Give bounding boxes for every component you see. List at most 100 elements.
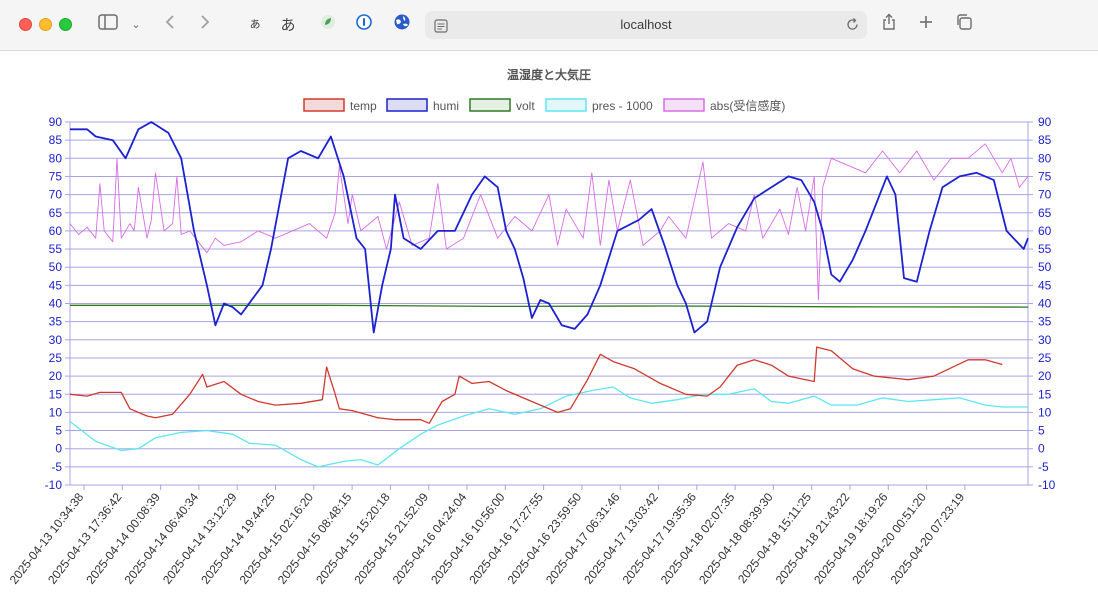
y-tick-label-right: 0 [1038,442,1045,456]
y-tick-label-left: 40 [49,297,63,311]
y-tick-label-left: 5 [55,424,62,438]
forward-arrow-icon[interactable] [193,13,217,37]
x-tick-label: 2025-04-17 19:35:36 [620,490,700,587]
y-tick-label-right: 55 [1038,242,1052,256]
y-tick-label-left: 30 [49,333,63,347]
y-tick-label-left: 45 [49,278,63,292]
y-tick-label-right: -5 [1038,460,1049,474]
legend-label[interactable]: volt [516,99,535,113]
x-tick-label: 2025-04-15 02:16:20 [237,490,317,587]
y-tick-label-right: 60 [1038,224,1052,238]
x-tick-label: 2025-04-18 21:43:22 [773,490,853,587]
legend-swatch[interactable] [545,98,587,112]
chevron-down-icon[interactable]: ⌄ [124,13,148,37]
y-tick-label-right: 20 [1038,369,1052,383]
y-tick-label-right: 70 [1038,188,1052,202]
series-line-2 [70,304,1029,308]
y-tick-label-left: 55 [49,242,63,256]
x-tick-label: 2025-04-14 06:40:34 [122,490,202,587]
legend-label[interactable]: temp [350,99,377,113]
tab-overview-icon[interactable] [952,13,976,37]
y-tick-label-left: 75 [49,169,63,183]
y-tick-label-left: 50 [49,260,63,274]
y-tick-label-left: -5 [51,460,62,474]
x-tick-label: 2025-04-17 13:03:42 [581,490,661,587]
extension-leaf-icon[interactable] [316,13,340,37]
y-tick-label-left: 25 [49,351,63,365]
share-icon[interactable] [877,13,901,37]
series-line-3 [69,386,1028,468]
chart-legend: temp humi volt pres - 1000 abs(受信感度) [303,98,785,113]
y-tick-label-left: 90 [49,115,63,129]
x-tick-label: 2025-04-16 23:59:50 [505,490,585,587]
y-tick-label-right: 35 [1038,315,1052,329]
y-tick-label-right: 80 [1038,151,1052,165]
y-tick-label-right: 30 [1038,333,1052,347]
y-tick-label-right: 75 [1038,169,1052,183]
y-tick-label-left: 85 [49,133,63,147]
y-tick-label-left: 35 [49,315,63,329]
x-tick-label: 2025-04-16 04:24:04 [390,490,470,587]
y-tick-label-right: 65 [1038,206,1052,220]
reload-icon[interactable] [845,17,860,36]
legend-swatch[interactable] [663,98,705,112]
zoom-window-button[interactable] [59,18,72,31]
x-tick-label: 2025-04-14 19:44:25 [198,490,278,587]
x-tick-label: 2025-04-15 15:20:18 [313,490,393,587]
y-tick-label-left: 80 [49,151,63,165]
chart-area: 温湿度と大気圧 temp humi volt pres - 1000 abs(受信感度)… [0,52,1098,607]
y-tick-label-right: -10 [1038,478,1056,492]
browser-toolbar: ⌄ ぁ あ localhost [0,0,1098,51]
browser-window: ⌄ ぁ あ localhost 温湿度と大気圧 temp humi volt p… [0,0,1098,607]
new-tab-icon[interactable] [914,13,938,37]
legend-swatch[interactable] [303,98,345,112]
y-tick-label-right: 40 [1038,297,1052,311]
x-tick-label: 2025-04-13 17:36:42 [45,490,125,587]
x-tick-label: 2025-04-20 07:23:19 [888,490,968,587]
y-axis-right: -10 -5 0 5 10 15 20 25 30 35 40 45 50 55 60 65 70 75 80 85 9… [1027,115,1056,492]
x-tick-label: 2025-04-16 10:56:00 [428,490,508,587]
x-tick-label: 2025-04-17 06:31:46 [543,490,623,587]
legend-swatch[interactable] [386,98,428,112]
legend-label[interactable]: abs(受信感度) [710,98,785,113]
x-tick-label: 2025-04-18 02:07:35 [658,490,738,587]
extension-hiragana-small-icon[interactable]: ぁ [243,13,267,37]
x-tick-label: 2025-04-13 10:34:38 [7,490,87,587]
y-tick-label-left: 20 [49,369,63,383]
y-tick-label-right: 15 [1038,387,1052,401]
x-tick-label: 2025-04-14 00:08:39 [83,490,163,587]
extension-globe-icon[interactable] [390,13,414,37]
y-tick-label-left: 15 [49,387,63,401]
x-tick-label: 2025-04-18 08:39:30 [696,490,776,587]
legend-label[interactable]: pres - 1000 [592,99,653,113]
x-tick-label: 2025-04-19 18:19:26 [811,490,891,587]
legend-swatch[interactable] [469,98,511,112]
x-tick-label: 2025-04-20 00:51:20 [849,490,929,587]
x-tick-label: 2025-04-16 17:27:55 [466,490,546,587]
x-tick-label: 2025-04-18 15:11:25 [735,490,814,586]
x-axis: 2025-04-13 10:34:382025-04-13 17:36:4220… [7,485,968,587]
back-arrow-icon[interactable] [158,13,182,37]
minimize-window-button[interactable] [39,18,52,31]
legend-label[interactable]: humi [433,99,459,113]
series-line-4 [69,143,1029,301]
chart-series [69,121,1029,468]
y-tick-label-right: 10 [1038,405,1052,419]
y-axis-left: -10 -5 0 5 10 15 20 25 30 35 40 45 50 55 60 65 70 75 80 85 9… [45,115,71,492]
y-tick-label-left: 60 [49,224,63,238]
y-tick-label-right: 25 [1038,351,1052,365]
y-tick-label-left: 10 [49,405,63,419]
y-tick-label-left: 70 [49,188,63,202]
sidebar-toggle-icon[interactable] [96,13,120,37]
close-window-button[interactable] [19,18,32,31]
x-tick-label: 2025-04-15 21:52:09 [351,490,431,587]
x-tick-label: 2025-04-15 08:48:15 [275,490,355,587]
y-tick-label-right: 85 [1038,133,1052,147]
y-tick-label-right: 5 [1038,424,1045,438]
line-chart: 温湿度と大気圧 temp humi volt pres - 1000 abs(受信感度)… [7,67,1056,587]
y-tick-label-right: 45 [1038,278,1052,292]
y-tick-label-right: 90 [1038,115,1052,129]
extension-hiragana-icon[interactable]: あ [276,13,300,37]
extension-password-icon[interactable] [352,13,376,37]
address-bar[interactable]: localhost [425,11,867,39]
